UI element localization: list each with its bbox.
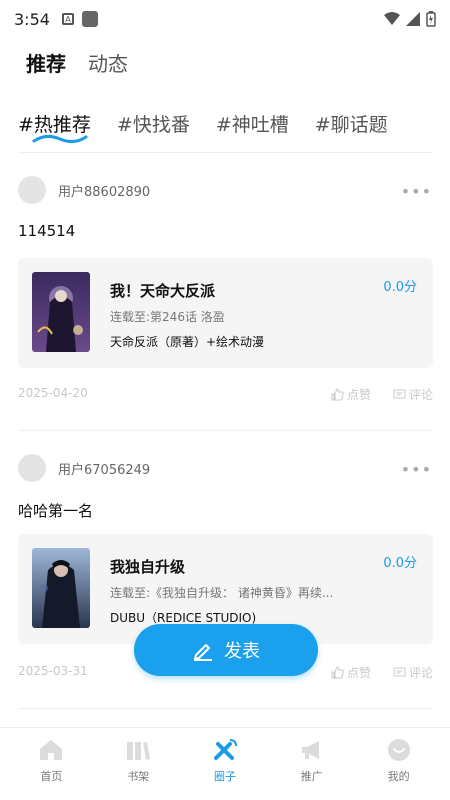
comic-cover <box>32 548 90 628</box>
bookshelf-icon <box>127 742 151 760</box>
post-header: 用户67056249 <box>18 454 150 482</box>
like-button[interactable]: 点赞 <box>331 664 371 681</box>
topic-tab-label: #神吐槽 <box>215 114 289 136</box>
circle-icon <box>213 739 237 760</box>
battery-icon <box>426 11 436 27</box>
thumbs-up-icon <box>331 388 344 401</box>
post: 用户88602890 ••• 114514 我！天命大反派 0.0分 连载至:第… <box>0 176 450 426</box>
status-bar: 3:54 A <box>0 0 450 38</box>
post-date: 2025-03-31 <box>18 664 88 678</box>
more-icon[interactable]: ••• <box>401 182 432 201</box>
like-label: 点赞 <box>346 388 371 402</box>
nav-profile[interactable]: 我的 <box>364 728 434 800</box>
status-time: 3:54 <box>14 9 50 29</box>
post-actions: 点赞 评论 <box>331 664 433 681</box>
topic-tab-label: #快找番 <box>116 114 190 136</box>
topic-tab-hot[interactable]: #热推荐 <box>18 110 91 144</box>
topic-tab-roast[interactable]: #神吐槽 <box>216 110 289 137</box>
thumbs-up-icon <box>331 666 344 679</box>
comment-label: 评论 <box>408 666 433 680</box>
comment-icon <box>393 389 406 399</box>
nav-label: 圈子 <box>213 770 236 783</box>
topic-tab-find[interactable]: #快找番 <box>117 110 190 137</box>
comic-score: 0.0分 <box>383 556 417 571</box>
like-label: 点赞 <box>346 666 371 680</box>
nav-home[interactable]: 首页 <box>16 728 86 800</box>
nav-circle[interactable]: 圈子 <box>190 728 260 800</box>
tab-recommend[interactable]: 推荐 <box>26 48 66 77</box>
signal-icon <box>406 12 420 26</box>
comment-label: 评论 <box>408 388 433 402</box>
post-button-label: 发表 <box>224 641 260 662</box>
top-tabs: 推荐 动态 <box>26 48 128 77</box>
divider <box>18 708 432 709</box>
notification-a-icon: A <box>61 13 74 25</box>
tab-label: 推荐 <box>26 52 66 76</box>
username[interactable]: 用户67056249 <box>58 459 150 478</box>
comic-author: 天命反派（原著）+绘术动漫 <box>110 335 265 349</box>
wifi-icon <box>384 12 400 25</box>
username[interactable]: 用户88602890 <box>58 181 150 200</box>
avatar[interactable] <box>18 454 46 482</box>
bottom-nav: 首页 书架 圈子 推广 我的 <box>0 727 450 800</box>
tab-label: 动态 <box>88 52 128 76</box>
comic-title: 我！天命大反派 <box>110 282 216 300</box>
tab-activity[interactable]: 动态 <box>88 48 128 77</box>
more-icon[interactable]: ••• <box>401 460 432 479</box>
post-header: 用户88602890 <box>18 176 150 204</box>
post-actions: 点赞 评论 <box>331 386 433 403</box>
divider <box>18 152 432 153</box>
avatar[interactable] <box>18 176 46 204</box>
comic-title: 我独自升级 <box>110 558 186 576</box>
active-wave-icon <box>32 134 88 144</box>
nav-label: 推广 <box>300 770 323 783</box>
comic-progress: 连载至:《我独自升级： 诸神黄昏》再续... <box>110 586 334 600</box>
post-date: 2025-04-20 <box>18 386 88 400</box>
home-icon <box>40 740 63 760</box>
megaphone-icon <box>301 741 319 759</box>
notification-square-icon <box>81 11 98 27</box>
profile-icon <box>387 739 410 761</box>
topic-tabs: #热推荐 #快找番 #神吐槽 #聊话题 <box>18 110 388 144</box>
topic-tab-label: #聊话题 <box>314 114 388 136</box>
post-button[interactable]: 发表 <box>134 624 318 676</box>
comic-card[interactable]: 我！天命大反派 0.0分 连载至:第246话 洛盈 天命反派（原著）+绘术动漫 <box>18 258 433 368</box>
comic-progress: 连载至:第246话 洛盈 <box>110 310 225 324</box>
nav-label: 书架 <box>127 770 150 783</box>
comment-button[interactable]: 评论 <box>393 386 433 403</box>
like-button[interactable]: 点赞 <box>331 386 371 403</box>
comic-score: 0.0分 <box>383 280 417 295</box>
post-text: 哈哈第一名 <box>18 502 94 520</box>
pencil-icon <box>194 644 212 661</box>
nav-promote[interactable]: 推广 <box>277 728 347 800</box>
topic-tab-chat[interactable]: #聊话题 <box>315 110 388 137</box>
nav-bookshelf[interactable]: 书架 <box>103 728 173 800</box>
nav-label: 我的 <box>387 770 410 783</box>
post-text: 114514 <box>18 222 76 240</box>
comment-icon <box>393 667 406 677</box>
comic-cover <box>32 272 90 352</box>
comment-button[interactable]: 评论 <box>393 664 433 681</box>
divider <box>18 430 432 431</box>
nav-label: 首页 <box>40 770 63 783</box>
